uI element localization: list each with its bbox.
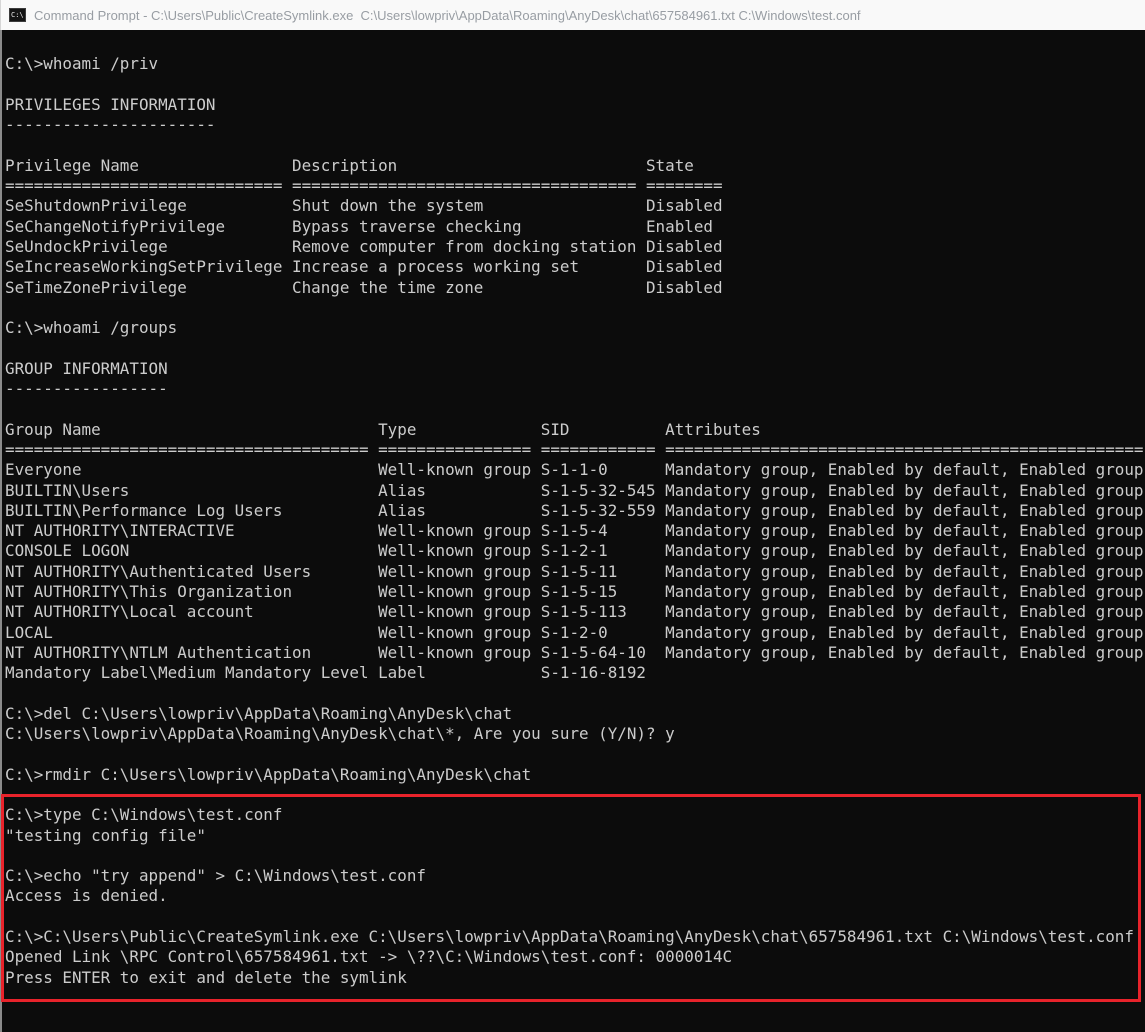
terminal-line bbox=[5, 298, 1145, 318]
terminal-line: ----------------- bbox=[5, 379, 1145, 399]
terminal-line: C:\>echo "try append" > C:\Windows\test.… bbox=[5, 866, 1145, 886]
terminal-line: PRIVILEGES INFORMATION bbox=[5, 95, 1145, 115]
terminal-line: C:\>C:\Users\Public\CreateSymlink.exe C:… bbox=[5, 927, 1145, 947]
terminal-line: C:\>type C:\Windows\test.conf bbox=[5, 805, 1145, 825]
terminal-line bbox=[5, 75, 1145, 95]
terminal-line bbox=[5, 399, 1145, 419]
terminal-line: Everyone Well-known group S-1-1-0 Mandat… bbox=[5, 460, 1145, 480]
terminal-line bbox=[5, 907, 1145, 927]
terminal-line bbox=[5, 744, 1145, 764]
terminal-line: SeShutdownPrivilege Shut down the system… bbox=[5, 196, 1145, 216]
terminal-line: C:\>whoami /priv bbox=[5, 54, 1145, 74]
terminal-line: C:\>del C:\Users\lowpriv\AppData\Roaming… bbox=[5, 704, 1145, 724]
terminal-line: NT AUTHORITY\NTLM Authentication Well-kn… bbox=[5, 643, 1145, 663]
terminal-line: BUILTIN\Users Alias S-1-5-32-545 Mandato… bbox=[5, 481, 1145, 501]
terminal-line bbox=[5, 684, 1145, 704]
terminal-line bbox=[5, 988, 1145, 1008]
terminal-line: C:\>rmdir C:\Users\lowpriv\AppData\Roami… bbox=[5, 765, 1145, 785]
cmd-icon: C:\ bbox=[9, 8, 26, 22]
terminal-line: ---------------------- bbox=[5, 115, 1145, 135]
terminal-line: BUILTIN\Performance Log Users Alias S-1-… bbox=[5, 501, 1145, 521]
terminal-line: C:\>whoami /groups bbox=[5, 318, 1145, 338]
terminal-line: SeIncreaseWorkingSetPrivilege Increase a… bbox=[5, 257, 1145, 277]
terminal-line: SeChangeNotifyPrivilege Bypass traverse … bbox=[5, 217, 1145, 237]
terminal-line: "testing config file" bbox=[5, 826, 1145, 846]
terminal-line: NT AUTHORITY\INTERACTIVE Well-known grou… bbox=[5, 521, 1145, 541]
terminal-line: CONSOLE LOGON Well-known group S-1-2-1 M… bbox=[5, 541, 1145, 561]
terminal-line: Group Name Type SID Attributes bbox=[5, 420, 1145, 440]
terminal-line bbox=[5, 846, 1145, 866]
window-title: Command Prompt - C:\Users\Public\CreateS… bbox=[34, 8, 861, 23]
terminal-line: NT AUTHORITY\Local account Well-known gr… bbox=[5, 602, 1145, 622]
terminal-line: SeTimeZonePrivilege Change the time zone… bbox=[5, 278, 1145, 298]
terminal-line: Press ENTER to exit and delete the symli… bbox=[5, 968, 1145, 988]
terminal-line: Access is denied. bbox=[5, 886, 1145, 906]
terminal-line: Mandatory Label\Medium Mandatory Level L… bbox=[5, 663, 1145, 683]
terminal-line bbox=[5, 135, 1145, 155]
terminal-line bbox=[5, 785, 1145, 805]
terminal-line bbox=[5, 34, 1145, 54]
terminal-line bbox=[5, 338, 1145, 358]
cmd-icon-glyph: C:\ bbox=[11, 11, 24, 19]
terminal-line: GROUP INFORMATION bbox=[5, 359, 1145, 379]
terminal-line: Privilege Name Description State bbox=[5, 156, 1145, 176]
console-output[interactable]: C:\>whoami /privPRIVILEGES INFORMATION--… bbox=[0, 30, 1145, 1032]
terminal-line: LOCAL Well-known group S-1-2-0 Mandatory… bbox=[5, 623, 1145, 643]
terminal-line: Opened Link \RPC Control\657584961.txt -… bbox=[5, 947, 1145, 967]
terminal-line: C:\Users\lowpriv\AppData\Roaming\AnyDesk… bbox=[5, 724, 1145, 744]
terminal-line: SeUndockPrivilege Remove computer from d… bbox=[5, 237, 1145, 257]
titlebar[interactable]: C:\ Command Prompt - C:\Users\Public\Cre… bbox=[0, 0, 1145, 30]
terminal-line: NT AUTHORITY\Authenticated Users Well-kn… bbox=[5, 562, 1145, 582]
terminal-line: ============================= ==========… bbox=[5, 176, 1145, 196]
cmd-window: C:\ Command Prompt - C:\Users\Public\Cre… bbox=[0, 0, 1145, 1032]
terminal-line: NT AUTHORITY\This Organization Well-know… bbox=[5, 582, 1145, 602]
terminal-line: ====================================== =… bbox=[5, 440, 1145, 460]
